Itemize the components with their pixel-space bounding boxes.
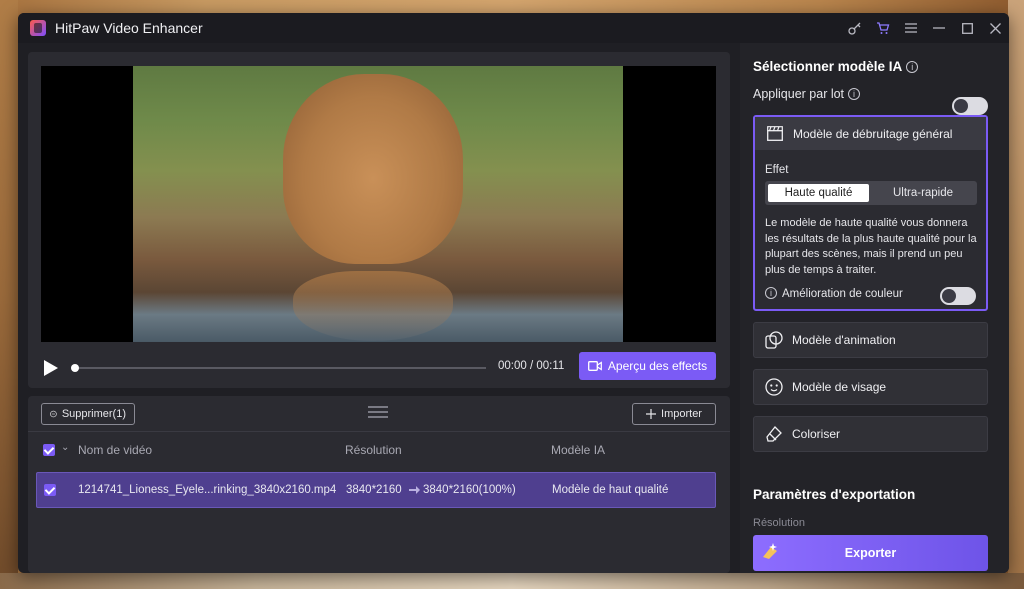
video-frame	[133, 66, 623, 342]
row-model: Modèle de haut qualité	[552, 484, 669, 496]
app-window: HitPaw Video Enhancer 00:00 / 00:11 Aper…	[18, 13, 1009, 573]
table-row[interactable]: 1214741_Lioness_Eyele...rinking_3840x216…	[36, 472, 716, 508]
model-section-title-text: Sélectionner modèle IA	[753, 59, 903, 74]
animation-icon	[765, 331, 783, 349]
video-list-panel: Supprimer(1) Importer ⌄ Nom de vidéo Rés…	[28, 396, 730, 573]
time-display: 00:00 / 00:11	[498, 360, 565, 372]
plus-icon	[646, 409, 657, 419]
desktop-background-left	[0, 0, 18, 589]
effect-option-high-quality[interactable]: Haute qualité	[768, 184, 869, 202]
title-bar-controls	[841, 13, 1009, 43]
app-logo-icon	[30, 20, 46, 36]
video-camera-icon	[587, 361, 602, 371]
info-icon[interactable]: i	[765, 287, 777, 299]
panel-resize-handle[interactable]	[368, 406, 388, 420]
playback-controls: 00:00 / 00:11 Aperçu des effects	[28, 350, 730, 386]
batch-toggle[interactable]	[952, 97, 988, 115]
header-model: Modèle IA	[551, 443, 606, 457]
settings-pane: Sélectionner modèle IA i Appliquer par lo…	[740, 43, 1009, 573]
info-icon[interactable]: i	[848, 88, 861, 100]
model-card-denoise[interactable]: Modèle de débruitage général Effet Haute…	[753, 115, 988, 311]
video-player: 00:00 / 00:11 Aperçu des effects	[28, 52, 730, 388]
maximize-icon[interactable]	[953, 13, 981, 43]
model-card-denoise-header[interactable]: Modèle de débruitage général	[755, 117, 986, 150]
resolution-label: Résolution	[753, 517, 805, 529]
model-card-face[interactable]: Modèle de visage	[753, 369, 988, 405]
export-section-title: Paramètres d'exportation	[753, 487, 916, 502]
model-section-title: Sélectionner modèle IA i	[753, 59, 919, 74]
list-header: ⌄ Nom de vidéo Résolution Modèle IA	[28, 440, 730, 462]
key-icon[interactable]	[841, 13, 869, 43]
effect-option-ultra-fast[interactable]: Ultra-rapide	[871, 184, 975, 202]
app-title: HitPaw Video Enhancer	[55, 20, 203, 36]
preview-effects-button[interactable]: Aperçu des effects	[579, 352, 716, 380]
play-icon[interactable]	[44, 360, 58, 376]
face-icon	[765, 378, 783, 396]
import-label: Importer	[661, 408, 702, 420]
cart-icon[interactable]	[869, 13, 897, 43]
batch-label: Appliquer par lot	[753, 87, 845, 101]
effect-selector: Haute qualité Ultra-rapide	[765, 181, 977, 205]
header-resolution: Résolution	[345, 443, 402, 457]
export-label: Exporter	[844, 546, 897, 560]
delete-button[interactable]: Supprimer(1)	[41, 403, 135, 425]
import-button[interactable]: Importer	[632, 403, 716, 425]
minimize-icon[interactable]	[925, 13, 953, 43]
desktop-background-bottom	[0, 573, 1024, 589]
magic-hand-icon	[763, 543, 777, 559]
lioness-image	[283, 74, 463, 264]
minus-circle-icon	[50, 410, 57, 418]
color-enhance-row: i Amélioration de couleur	[765, 287, 903, 300]
info-icon[interactable]: i	[906, 61, 919, 73]
video-viewport	[41, 66, 716, 342]
color-enhance-label: Amélioration de couleur	[782, 288, 903, 300]
model-card-colorize[interactable]: Coloriser	[753, 416, 988, 452]
list-toolbar: Supprimer(1) Importer	[28, 396, 730, 432]
model-colorize-label: Coloriser	[792, 427, 841, 441]
close-icon[interactable]	[981, 13, 1009, 43]
model-denoise-label: Modèle de débruitage général	[793, 126, 953, 141]
clapperboard-icon	[766, 125, 784, 143]
model-card-animation[interactable]: Modèle d'animation	[753, 322, 988, 358]
preview-effects-label: Aperçu des effects	[607, 359, 708, 373]
effect-description: Le modèle de haute qualité vous donnera …	[765, 217, 977, 276]
color-enhance-toggle[interactable]	[940, 287, 976, 305]
water-reflection-image	[293, 271, 453, 341]
effect-label: Effet	[765, 164, 789, 176]
row-resolution-from: 3840*2160	[346, 484, 402, 496]
desktop-background-right	[1008, 0, 1024, 589]
menu-icon[interactable]	[897, 13, 925, 43]
progress-handle[interactable]	[71, 364, 79, 372]
row-checkbox[interactable]	[44, 484, 56, 496]
model-face-label: Modèle de visage	[792, 380, 887, 394]
export-button[interactable]: Exporter	[753, 535, 988, 571]
arrow-right-icon	[409, 485, 421, 498]
row-resolution-to: 3840*2160(100%)	[423, 484, 516, 496]
delete-label: Supprimer(1)	[61, 408, 126, 420]
model-card-colorize-header[interactable]: Coloriser	[754, 417, 987, 451]
model-animation-label: Modèle d'animation	[792, 333, 896, 347]
select-all-checkbox[interactable]	[43, 444, 55, 456]
title-bar: HitPaw Video Enhancer	[18, 13, 1009, 43]
header-name: Nom de vidéo	[78, 443, 153, 457]
row-file-name: 1214741_Lioness_Eyele...rinking_3840x216…	[78, 484, 337, 496]
model-card-animation-header[interactable]: Modèle d'animation	[754, 323, 987, 357]
chevron-down-icon[interactable]: ⌄	[61, 442, 69, 453]
model-card-face-header[interactable]: Modèle de visage	[754, 370, 987, 404]
left-pane: 00:00 / 00:11 Aperçu des effects Supprim…	[28, 52, 730, 573]
eraser-icon	[765, 425, 783, 443]
progress-bar[interactable]	[74, 367, 486, 369]
